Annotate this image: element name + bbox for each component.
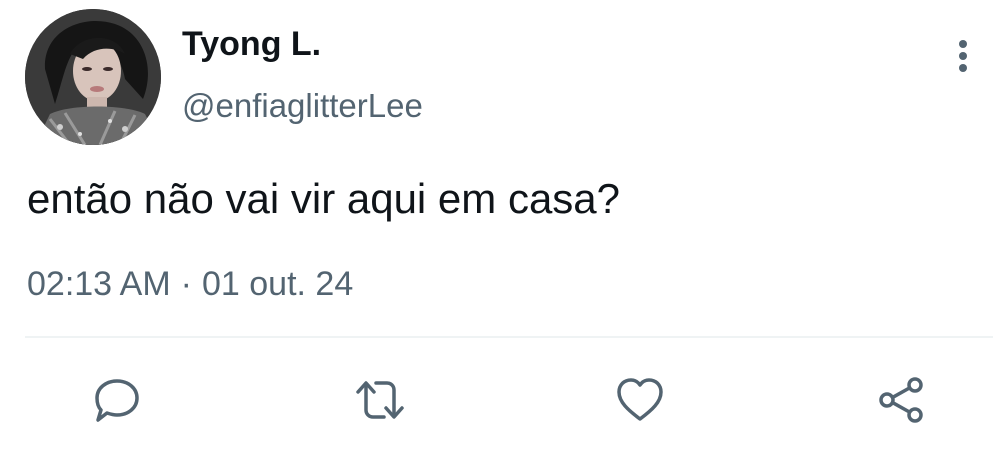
more-options-button[interactable] — [948, 34, 978, 78]
retweet-arrows-icon — [356, 381, 404, 419]
tweet-text: então não vai vir aqui em casa? — [27, 175, 621, 222]
like-button[interactable] — [612, 372, 668, 428]
share-nodes-icon — [879, 377, 923, 423]
tweet-date: 01 out. 24 — [201, 265, 354, 303]
avatar[interactable] — [25, 9, 161, 145]
reply-button[interactable] — [89, 372, 145, 428]
tweet-card: Tyong L. @enfiaglitterLee então não vai … — [0, 0, 1000, 463]
share-button[interactable] — [873, 372, 929, 428]
vertical-dots-icon — [959, 40, 967, 72]
speech-bubble-icon — [95, 379, 139, 422]
display-name[interactable]: Tyong L. — [182, 22, 321, 66]
heart-icon — [617, 378, 663, 421]
user-handle[interactable]: @enfiaglitterLee — [182, 84, 423, 128]
avatar-photo — [25, 9, 161, 145]
tweet-time: 02:13 AM — [27, 265, 171, 303]
meta-separator: · — [180, 265, 192, 303]
retweet-button[interactable] — [352, 372, 408, 428]
divider — [25, 336, 993, 338]
tweet-timestamp[interactable]: 02:13 AM · 01 out. 24 — [27, 262, 353, 306]
action-bar — [0, 372, 1000, 428]
